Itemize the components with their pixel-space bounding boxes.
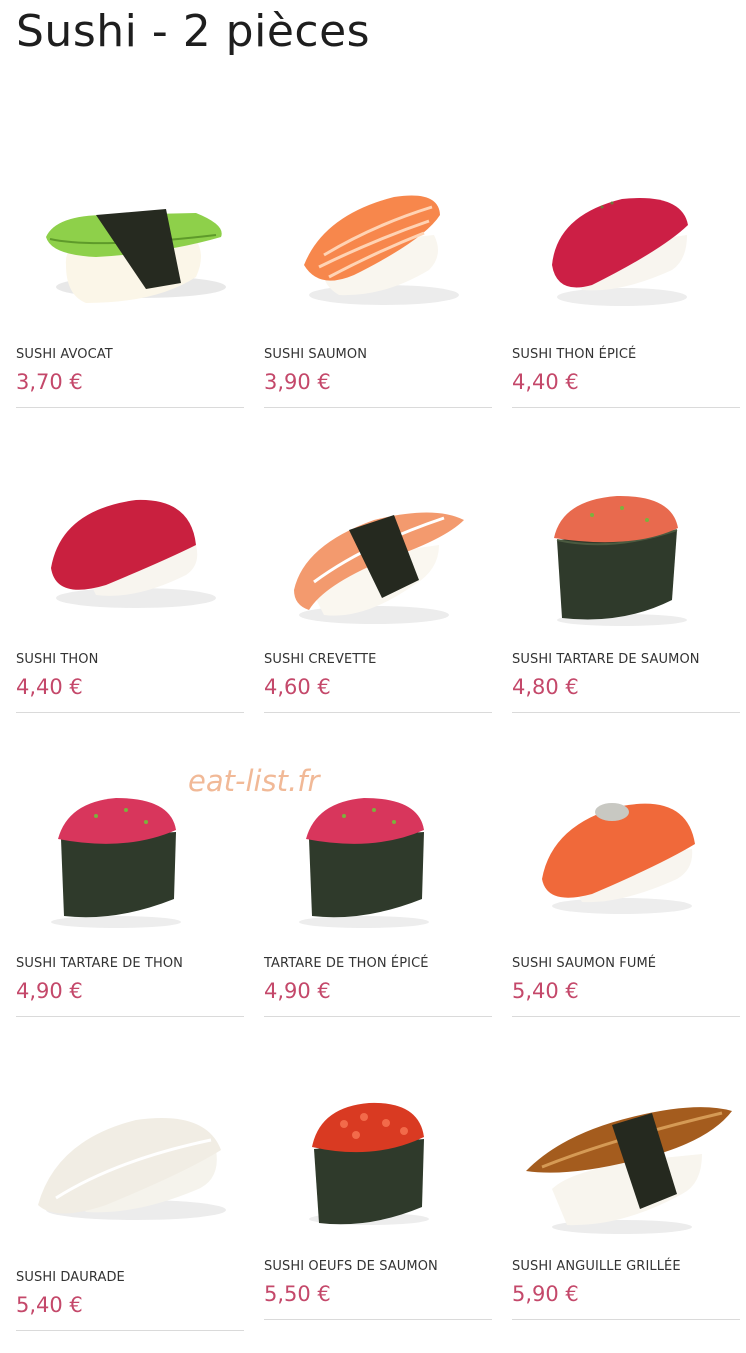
item-price: 4,60 € [264, 675, 331, 699]
divider [264, 712, 492, 713]
product-card-sushi-crevette[interactable]: SUSHI CREVETTE 4,60 € [264, 490, 492, 714]
item-name: SUSHI ANGUILLE GRILLÉE [512, 1259, 681, 1274]
item-name: SUSHI DAURADE [16, 1270, 125, 1285]
item-name: SUSHI AVOCAT [16, 347, 113, 362]
item-price: 5,50 € [264, 1282, 331, 1306]
product-card-sushi-tartare-de-thon[interactable]: SUSHI TARTARE DE THON 4,90 € [16, 794, 244, 1018]
divider [16, 1016, 244, 1017]
product-card-sushi-saumon-fume[interactable]: SUSHI SAUMON FUMÉ 5,40 € [512, 794, 740, 1018]
avocado-nigiri-icon [16, 185, 244, 325]
divider [16, 407, 244, 408]
item-price: 4,80 € [512, 675, 579, 699]
divider [264, 407, 492, 408]
product-card-sushi-saumon[interactable]: SUSHI SAUMON 3,90 € [264, 185, 492, 409]
item-price: 4,90 € [16, 979, 83, 1003]
page-title: Sushi - 2 pièces [16, 6, 371, 57]
item-price: 4,90 € [264, 979, 331, 1003]
product-card-sushi-anguille-grillee[interactable]: SUSHI ANGUILLE GRILLÉE 5,90 € [512, 1099, 740, 1323]
item-name: SUSHI SAUMON [264, 347, 368, 362]
divider [512, 1319, 740, 1320]
item-name: SUSHI THON ÉPICÉ [512, 347, 637, 362]
divider [16, 1330, 244, 1331]
product-card-sushi-thon[interactable]: SUSHI THON 4,40 € [16, 490, 244, 714]
product-card-sushi-thon-epice[interactable]: SUSHI THON ÉPICÉ 4,40 € [512, 185, 740, 409]
item-name: SUSHI SAUMON FUMÉ [512, 956, 657, 971]
salmon-nigiri-icon [264, 185, 492, 325]
tuna-nigiri-icon [16, 490, 244, 630]
product-card-sushi-daurade[interactable]: SUSHI DAURADE 5,40 € [16, 1110, 244, 1334]
item-name: SUSHI TARTARE DE THON [16, 956, 184, 971]
item-price: 3,70 € [16, 370, 83, 394]
divider [512, 407, 740, 408]
product-card-sushi-avocat[interactable]: SUSHI AVOCAT 3,70 € [16, 185, 244, 409]
spicy-tuna-nigiri-icon [512, 185, 740, 325]
divider [512, 712, 740, 713]
divider [264, 1319, 492, 1320]
grilled-eel-nigiri-icon [512, 1099, 740, 1239]
item-price: 5,40 € [16, 1293, 83, 1317]
item-name: SUSHI THON [16, 652, 99, 667]
item-price: 4,40 € [512, 370, 579, 394]
product-card-sushi-tartare-de-saumon[interactable]: SUSHI TARTARE DE SAUMON 4,80 € [512, 490, 740, 714]
divider [512, 1016, 740, 1017]
sea-bream-nigiri-icon [16, 1110, 244, 1250]
product-card-tartare-de-thon-epice[interactable]: TARTARE DE THON ÉPICÉ 4,90 € [264, 794, 492, 1018]
divider [16, 712, 244, 713]
salmon-roe-gunkan-icon [264, 1099, 492, 1239]
item-name: SUSHI CREVETTE [264, 652, 377, 667]
smoked-salmon-nigiri-icon [512, 794, 740, 934]
tuna-tartare-gunkan-icon [16, 794, 244, 934]
divider [264, 1016, 492, 1017]
spicy-tuna-tartare-gunkan-icon [264, 794, 492, 934]
item-price: 3,90 € [264, 370, 331, 394]
item-name: SUSHI TARTARE DE SAUMON [512, 652, 700, 667]
shrimp-nigiri-icon [264, 490, 492, 630]
item-name: SUSHI OEUFS DE SAUMON [264, 1259, 438, 1274]
watermark: eat-list.fr [188, 764, 320, 798]
salmon-tartare-gunkan-icon [512, 490, 740, 630]
item-name: TARTARE DE THON ÉPICÉ [264, 956, 429, 971]
product-card-sushi-oeufs-de-saumon[interactable]: SUSHI OEUFS DE SAUMON 5,50 € [264, 1099, 492, 1323]
item-price: 5,90 € [512, 1282, 579, 1306]
item-price: 5,40 € [512, 979, 579, 1003]
item-price: 4,40 € [16, 675, 83, 699]
